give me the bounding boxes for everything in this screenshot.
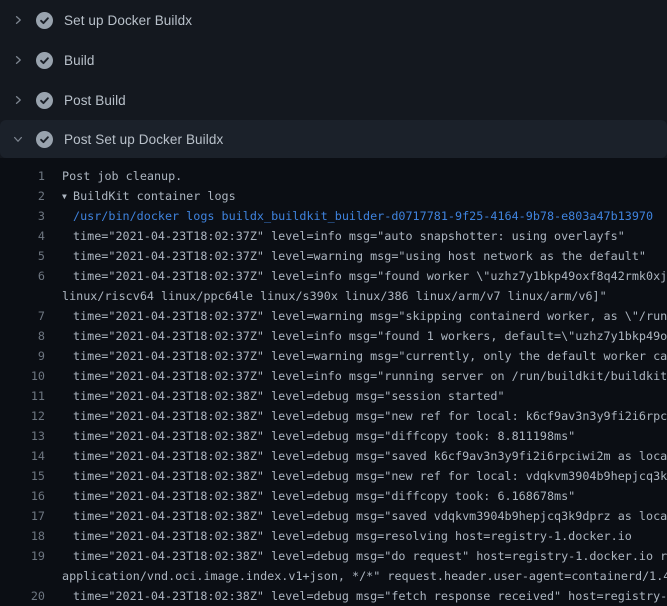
line-number[interactable]: 2 — [0, 186, 45, 206]
line-number[interactable]: 7 — [0, 306, 45, 326]
line-number[interactable]: 13 — [0, 426, 45, 446]
step-row-set-up-docker-buildx[interactable]: Set up Docker Buildx — [0, 0, 667, 40]
caret-down-icon: ▼ — [62, 187, 73, 207]
log-text: application/vnd.oci.image.index.v1+json,… — [62, 566, 667, 586]
line-number[interactable]: 4 — [0, 226, 45, 246]
step-label: Post Build — [64, 93, 126, 108]
chevron-down-icon — [12, 133, 24, 145]
log-line-continuation: application/vnd.oci.image.index.v1+json,… — [0, 566, 667, 586]
line-number-empty — [0, 566, 45, 586]
log-text: time="2021-04-23T18:02:38Z" level=debug … — [62, 506, 667, 526]
line-number[interactable]: 11 — [0, 386, 45, 406]
log-text: time="2021-04-23T18:02:37Z" level=info m… — [62, 266, 667, 286]
log-text: time="2021-04-23T18:02:37Z" level=info m… — [62, 366, 667, 386]
log-line: 9 time="2021-04-23T18:02:37Z" level=warni… — [0, 346, 667, 366]
line-number[interactable]: 3 — [0, 206, 45, 226]
chevron-right-icon — [12, 94, 24, 106]
log-line: 12 time="2021-04-23T18:02:38Z" level=debu… — [0, 406, 667, 426]
log-line: 10 time="2021-04-23T18:02:37Z" level=info… — [0, 366, 667, 386]
command-text: /usr/bin/docker logs buildx_buildkit_bui… — [62, 206, 653, 226]
log-text: time="2021-04-23T18:02:38Z" level=debug … — [62, 586, 667, 606]
line-number[interactable]: 14 — [0, 446, 45, 466]
line-number[interactable]: 18 — [0, 526, 45, 546]
log-line-continuation: linux/riscv64 linux/ppc64le linux/s390x … — [0, 286, 667, 306]
line-number[interactable]: 5 — [0, 246, 45, 266]
line-number[interactable]: 19 — [0, 546, 45, 566]
steps-list: Set up Docker Buildx Build Post Build Po… — [0, 0, 667, 158]
log-line: 11 time="2021-04-23T18:02:38Z" level=debu… — [0, 386, 667, 406]
chevron-right-icon — [12, 14, 24, 26]
log-line: 5 time="2021-04-23T18:02:37Z" level=warni… — [0, 246, 667, 266]
line-number[interactable]: 8 — [0, 326, 45, 346]
log-line: 19 time="2021-04-23T18:02:38Z" level=debu… — [0, 546, 667, 566]
log-line: 13 time="2021-04-23T18:02:38Z" level=debu… — [0, 426, 667, 446]
line-number-empty — [0, 286, 45, 306]
step-label: Set up Docker Buildx — [64, 13, 192, 28]
line-number[interactable]: 10 — [0, 366, 45, 386]
log-line: 16 time="2021-04-23T18:02:38Z" level=debu… — [0, 486, 667, 506]
log-text: time="2021-04-23T18:02:38Z" level=debug … — [62, 446, 667, 466]
line-number[interactable]: 15 — [0, 466, 45, 486]
line-number[interactable]: 6 — [0, 266, 45, 286]
step-label: Post Set up Docker Buildx — [64, 132, 223, 147]
log-line: 3/usr/bin/docker logs buildx_buildkit_bu… — [0, 206, 667, 226]
log-text: time="2021-04-23T18:02:38Z" level=debug … — [62, 546, 667, 566]
step-row-post-set-up-docker-buildx[interactable]: Post Set up Docker Buildx — [0, 120, 667, 158]
log-line: 2 ▼BuildKit container logs — [0, 186, 667, 206]
check-circle-icon — [36, 131, 53, 148]
log-line: 6 time="2021-04-23T18:02:37Z" level=info … — [0, 266, 667, 286]
log-area: 1 Post job cleanup. 2 ▼BuildKit container l… — [0, 158, 667, 606]
line-number[interactable]: 17 — [0, 506, 45, 526]
log-text: Post job cleanup. — [62, 166, 182, 186]
log-text: linux/riscv64 linux/ppc64le linux/s390x … — [62, 286, 607, 306]
line-number[interactable]: 16 — [0, 486, 45, 506]
log-line: 8 time="2021-04-23T18:02:37Z" level=info … — [0, 326, 667, 346]
log-text: time="2021-04-23T18:02:38Z" level=debug … — [62, 526, 632, 546]
chevron-right-icon — [12, 54, 24, 66]
log-text: time="2021-04-23T18:02:38Z" level=debug … — [62, 426, 575, 446]
log-line: 17 time="2021-04-23T18:02:38Z" level=debu… — [0, 506, 667, 526]
line-number[interactable]: 12 — [0, 406, 45, 426]
line-number[interactable]: 1 — [0, 166, 45, 186]
log-text: time="2021-04-23T18:02:37Z" level=warnin… — [62, 246, 646, 266]
line-number[interactable]: 9 — [0, 346, 45, 366]
log-line: 1 Post job cleanup. — [0, 166, 667, 186]
step-row-post-build[interactable]: Post Build — [0, 80, 667, 120]
group-toggle[interactable]: ▼BuildKit container logs — [62, 186, 236, 206]
log-line: 7 time="2021-04-23T18:02:37Z" level=warni… — [0, 306, 667, 326]
log-text: time="2021-04-23T18:02:38Z" level=debug … — [62, 466, 667, 486]
log-text: time="2021-04-23T18:02:38Z" level=debug … — [62, 406, 667, 426]
log-text: time="2021-04-23T18:02:37Z" level=info m… — [62, 326, 667, 346]
step-row-build[interactable]: Build — [0, 40, 667, 80]
step-label: Build — [64, 53, 95, 68]
line-number[interactable]: 20 — [0, 586, 45, 606]
log-line: 4 time="2021-04-23T18:02:37Z" level=info … — [0, 226, 667, 246]
log-text: time="2021-04-23T18:02:38Z" level=debug … — [62, 486, 575, 506]
log-line: 14 time="2021-04-23T18:02:38Z" level=debu… — [0, 446, 667, 466]
log-line: 15 time="2021-04-23T18:02:38Z" level=debu… — [0, 466, 667, 486]
log-text: time="2021-04-23T18:02:37Z" level=info m… — [62, 226, 625, 246]
log-text: time="2021-04-23T18:02:37Z" level=warnin… — [62, 346, 667, 366]
log-line: 18 time="2021-04-23T18:02:38Z" level=debu… — [0, 526, 667, 546]
log-text: time="2021-04-23T18:02:38Z" level=debug … — [62, 386, 505, 406]
check-circle-icon — [36, 12, 53, 29]
log-line: 20 time="2021-04-23T18:02:38Z" level=debu… — [0, 586, 667, 606]
log-text: time="2021-04-23T18:02:37Z" level=warnin… — [62, 306, 667, 326]
check-circle-icon — [36, 92, 53, 109]
check-circle-icon — [36, 52, 53, 69]
